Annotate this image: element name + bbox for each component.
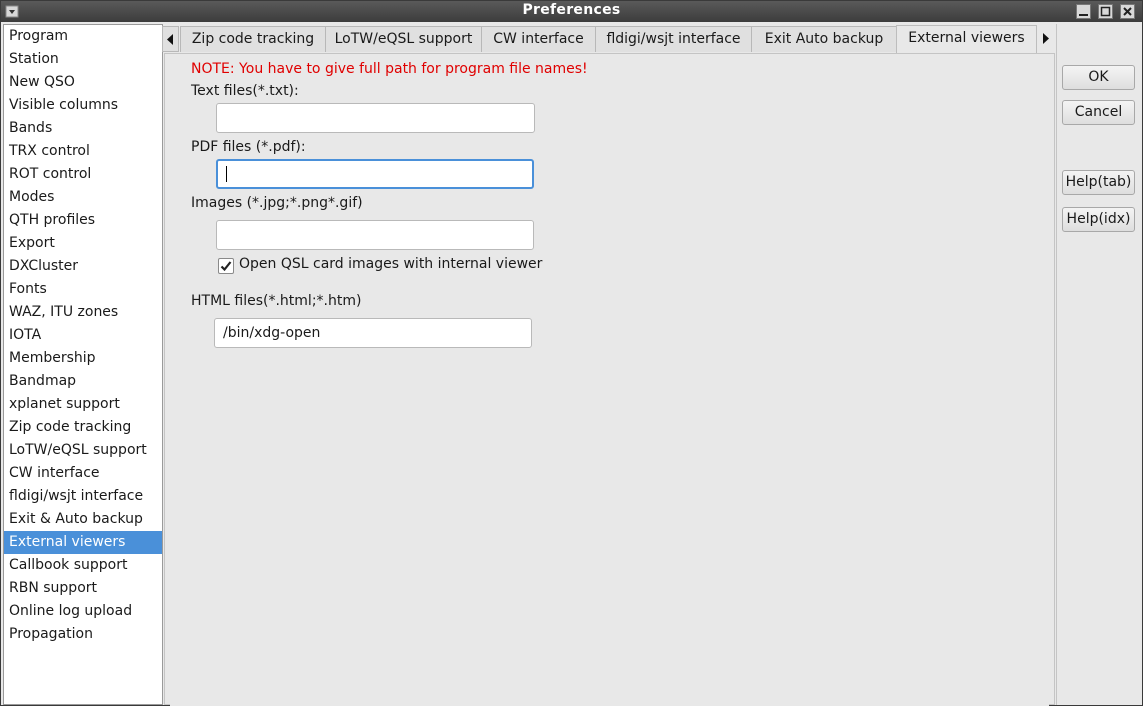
sidebar-item-bandmap[interactable]: Bandmap — [4, 370, 162, 393]
sidebar-item-online-log-upload[interactable]: Online log upload — [4, 600, 162, 623]
sidebar-item-program[interactable]: Program — [4, 25, 162, 48]
preferences-sidebar: Program Station New QSO Visible columns … — [3, 24, 163, 705]
tab-scroll-right-icon[interactable] — [1037, 26, 1054, 52]
sidebar-item-membership[interactable]: Membership — [4, 347, 162, 370]
sidebar-item-bands[interactable]: Bands — [4, 117, 162, 140]
open-qsl-internal-label[interactable]: Open QSL card images with internal viewe… — [239, 256, 542, 272]
window-title: Preferences — [522, 2, 621, 18]
sidebar-item-iota[interactable]: IOTA — [4, 324, 162, 347]
tab-panel-external-viewers: NOTE: You have to give full path for pro… — [164, 53, 1055, 706]
sidebar-item-modes[interactable]: Modes — [4, 186, 162, 209]
text-caret — [226, 166, 227, 182]
text-files-input[interactable] — [216, 103, 535, 133]
sidebar-item-station[interactable]: Station — [4, 48, 162, 71]
maximize-icon[interactable] — [1098, 4, 1113, 19]
images-input[interactable] — [216, 220, 534, 250]
text-files-label: Text files(*.txt): — [191, 83, 299, 99]
sidebar-item-rbn-support[interactable]: RBN support — [4, 577, 162, 600]
html-files-label: HTML files(*.html;*.htm) — [191, 293, 362, 309]
sidebar-item-fonts[interactable]: Fonts — [4, 278, 162, 301]
tab-zip-code-tracking[interactable]: Zip code tracking — [180, 26, 326, 52]
minimize-icon[interactable] — [1076, 4, 1091, 19]
dialog-buttons-panel: OK Cancel Help(tab) Help(idx) — [1056, 24, 1142, 705]
tab-exit-auto-backup[interactable]: Exit Auto backup — [751, 26, 897, 52]
close-icon[interactable] — [1120, 4, 1135, 19]
ok-button[interactable]: OK — [1062, 65, 1135, 90]
preferences-window: Preferences Program Station New QSO Visi… — [0, 0, 1143, 706]
tab-scroll-left-icon[interactable] — [162, 26, 179, 52]
sidebar-item-exit-auto-backup[interactable]: Exit & Auto backup — [4, 508, 162, 531]
tab-fldigi-wsjt-interface[interactable]: fldigi/wsjt interface — [595, 26, 752, 52]
open-qsl-internal-checkbox[interactable] — [218, 258, 234, 274]
title-bar[interactable]: Preferences — [1, 1, 1142, 22]
cancel-button[interactable]: Cancel — [1062, 100, 1135, 125]
sidebar-item-propagation[interactable]: Propagation — [4, 623, 162, 646]
help-tab-button[interactable]: Help(tab) — [1062, 170, 1135, 195]
pdf-files-label: PDF files (*.pdf): — [191, 139, 306, 155]
sidebar-item-dxcluster[interactable]: DXCluster — [4, 255, 162, 278]
sidebar-item-zip-code-tracking[interactable]: Zip code tracking — [4, 416, 162, 439]
sidebar-item-new-qso[interactable]: New QSO — [4, 71, 162, 94]
tab-lotw-eqsl-support[interactable]: LoTW/eQSL support — [325, 26, 482, 52]
tab-cw-interface[interactable]: CW interface — [481, 26, 596, 52]
sidebar-item-qth-profiles[interactable]: QTH profiles — [4, 209, 162, 232]
sidebar-item-rot-control[interactable]: ROT control — [4, 163, 162, 186]
sidebar-item-cw-interface[interactable]: CW interface — [4, 462, 162, 485]
sidebar-item-visible-columns[interactable]: Visible columns — [4, 94, 162, 117]
pdf-files-input[interactable] — [216, 159, 534, 189]
sidebar-item-callbook-support[interactable]: Callbook support — [4, 554, 162, 577]
images-label: Images (*.jpg;*.png*.gif) — [191, 195, 363, 211]
sidebar-item-external-viewers[interactable]: External viewers — [4, 531, 162, 554]
help-idx-button[interactable]: Help(idx) — [1062, 207, 1135, 232]
full-path-note: NOTE: You have to give full path for pro… — [191, 61, 588, 77]
sidebar-item-trx-control[interactable]: TRX control — [4, 140, 162, 163]
sidebar-item-xplanet-support[interactable]: xplanet support — [4, 393, 162, 416]
sidebar-item-lotw-eqsl-support[interactable]: LoTW/eQSL support — [4, 439, 162, 462]
tab-external-viewers[interactable]: External viewers — [896, 25, 1037, 53]
sidebar-item-waz-itu-zones[interactable]: WAZ, ITU zones — [4, 301, 162, 324]
sidebar-item-fldigi-wsjt-interface[interactable]: fldigi/wsjt interface — [4, 485, 162, 508]
html-files-input[interactable]: /bin/xdg-open — [214, 318, 532, 348]
tab-bar: Zip code tracking LoTW/eQSL support CW i… — [162, 25, 1056, 53]
sidebar-item-export[interactable]: Export — [4, 232, 162, 255]
